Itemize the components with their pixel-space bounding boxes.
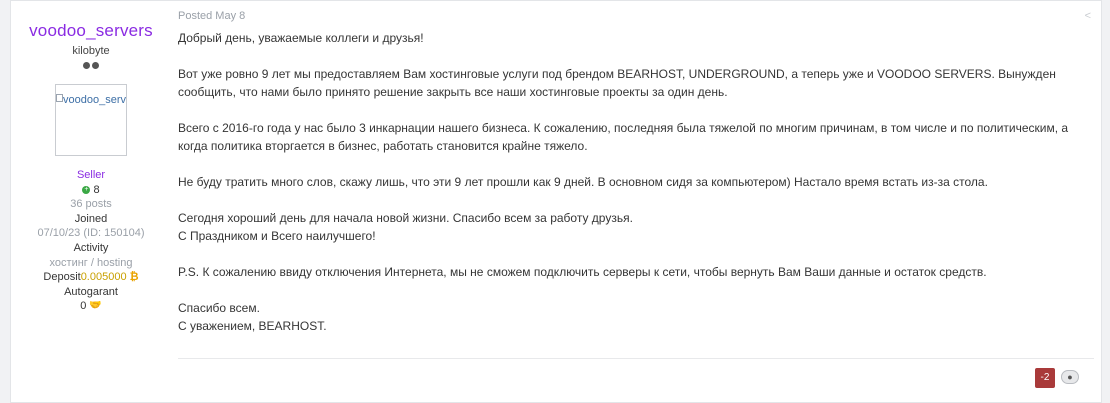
author-group: Seller: [76, 169, 106, 181]
post-divider: [178, 358, 1094, 359]
deposit-value: 0.005000: [80, 271, 127, 284]
post-paragraph: Вот уже ровно 9 лет мы предоставляем Вам…: [178, 67, 1056, 99]
post-content: Posted May 8 Добрый день, уважаемые колл…: [178, 1, 1078, 353]
post-body: Добрый день, уважаемые коллеги и друзья!…: [178, 29, 1078, 335]
handshake-icon: 🤝: [89, 300, 102, 312]
autogarant-row: 0 🤝: [11, 299, 171, 314]
rank-pips: [11, 62, 171, 72]
autogarant-value: 0: [80, 300, 87, 313]
autogarant-label: Autogarant: [64, 285, 118, 298]
rank-pip-icon: [83, 62, 90, 69]
share-icon[interactable]: <: [1085, 10, 1091, 22]
author-panel: voodoo_servers kilobyte voodoo_servers S…: [11, 1, 171, 314]
activity-label: Activity: [73, 241, 109, 254]
broken-image-icon: [56, 94, 63, 102]
post-paragraph: Не буду тратить много слов, скажу лишь, …: [178, 175, 988, 189]
author-rank: kilobyte: [72, 45, 110, 57]
author-username[interactable]: voodoo_servers: [11, 21, 171, 41]
post-paragraph: P.S. К сожалению ввиду отключения Интерн…: [178, 265, 987, 279]
author-reputation: + 8: [11, 183, 171, 198]
post-paragraph: Добрый день, уважаемые коллеги и друзья!: [178, 31, 424, 45]
avatar-alt-text: voodoo_servers: [63, 94, 126, 106]
activity-value: хостинг / hosting: [49, 256, 133, 269]
reputation-count-badge[interactable]: -2: [1035, 368, 1055, 388]
reputation-value: 8: [93, 183, 100, 196]
plus-icon: +: [82, 185, 91, 194]
post-date[interactable]: Posted May 8: [178, 10, 1078, 22]
post-paragraph: Сегодня хороший день для начала новой жи…: [178, 211, 633, 243]
post-paragraph: Спасибо всем. С уважением, BEARHOST.: [178, 301, 327, 333]
rank-pip-icon: [92, 62, 99, 69]
reaction-icon[interactable]: ●: [1061, 370, 1079, 384]
forum-post: voodoo_servers kilobyte voodoo_servers S…: [10, 0, 1102, 403]
joined-value: 07/10/23 (ID: 150104): [37, 227, 145, 240]
avatar[interactable]: voodoo_servers: [55, 84, 127, 156]
post-paragraph: Всего с 2016-го года у нас было 3 инкарн…: [178, 121, 1069, 153]
joined-label: Joined: [74, 212, 108, 225]
deposit-row: Deposit0.005000 ₿: [11, 270, 171, 285]
author-post-count: 36 posts: [70, 198, 112, 211]
bitcoin-icon: ₿: [129, 271, 139, 284]
author-meta: Seller + 8 36 posts Joined 07/10/23 (ID:…: [11, 168, 171, 314]
deposit-label: Deposit: [43, 271, 81, 284]
